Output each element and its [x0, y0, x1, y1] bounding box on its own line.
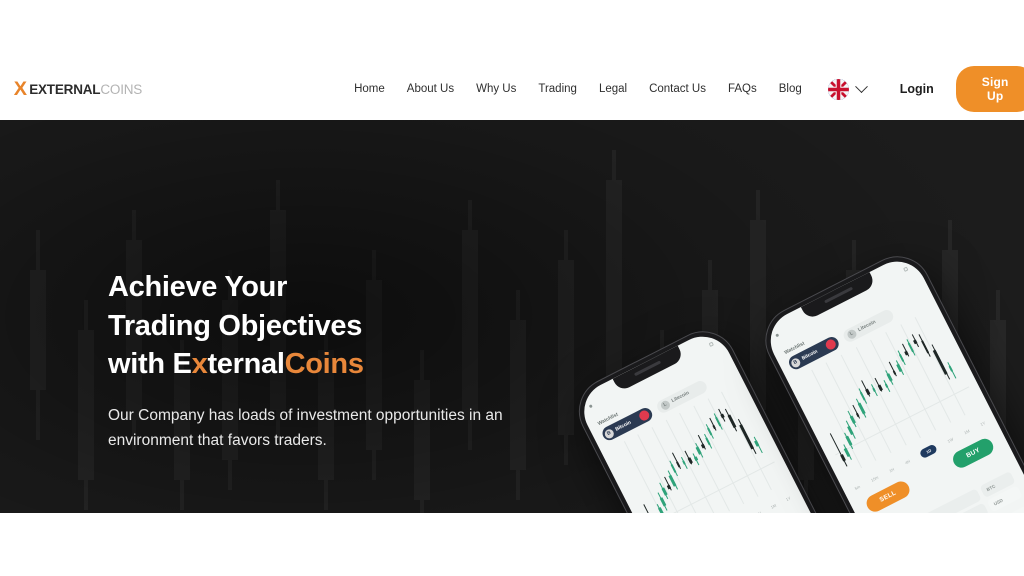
hero-heading-accent-x: x — [191, 348, 208, 381]
app-screen-front: Trade Watchlist B Bitcoin L — [760, 251, 1024, 513]
hero-heading-line-2: Trading Objectives — [108, 309, 363, 342]
nav-item-faqs[interactable]: FAQs — [728, 83, 757, 95]
hero-heading-line-3-pre: with E — [108, 348, 192, 381]
timeframe-option-1y[interactable]: 1Y — [785, 495, 792, 502]
nav-item-about-us[interactable]: About Us — [407, 83, 454, 95]
nav-item-why-us[interactable]: Why Us — [476, 83, 516, 95]
candle-body — [865, 388, 871, 395]
litecoin-icon-front: L — [845, 327, 858, 340]
litecoin-icon-back: L — [659, 398, 672, 411]
candle-body — [675, 460, 681, 468]
chevron-down-icon — [854, 79, 868, 93]
logo-x-icon: X — [13, 78, 27, 100]
nav-item-blog[interactable]: Blog — [779, 83, 802, 95]
hero-section: Achieve Your Trading Objectives with Ext… — [0, 120, 1024, 513]
letterbox-top — [0, 0, 1024, 58]
candle-body — [839, 453, 846, 462]
chart-gridline-vertical — [651, 427, 702, 513]
signup-button[interactable]: Sign Up — [955, 66, 1024, 112]
timeframe-option-1w[interactable]: 1W — [754, 510, 762, 513]
logo-wordmark: EXTERNAL COINS — [29, 82, 142, 97]
hero-heading-line-3-mid: ternal — [207, 348, 285, 381]
phone-front-screen: Trade Watchlist B Bitcoin L — [760, 251, 1024, 513]
hero-paragraph: Our Company has loads of investment oppo… — [108, 406, 503, 449]
hero-heading-accent-coins: Coins — [284, 348, 364, 381]
chart-gridline-vertical — [623, 441, 674, 513]
candle-body — [886, 373, 893, 382]
nav-item-contact-us[interactable]: Contact Us — [649, 83, 706, 95]
menu-icon-back[interactable] — [588, 403, 593, 408]
timeframe-option-15m[interactable]: 15m — [870, 475, 879, 483]
bitcoin-icon-back: B — [603, 427, 616, 440]
coin-label-litecoin-back: Litecoin — [670, 390, 691, 405]
candle-body — [695, 446, 702, 455]
coin-label-bitcoin-back: Bitcoin — [614, 419, 633, 433]
coin-badge-back — [637, 408, 652, 423]
timeframe-option-1m[interactable]: 1M — [963, 428, 970, 435]
profile-icon-back[interactable] — [708, 341, 714, 347]
candle-body — [847, 425, 854, 435]
landing-page: X EXTERNAL COINS Home About Us Why Us Tra… — [0, 0, 1024, 576]
phone-mockups: Trade Watchlist B Bitcoin L — [540, 120, 1024, 513]
coin-label-litecoin-front: Litecoin — [857, 319, 877, 334]
coin-label-bitcoin-front: Bitcoin — [800, 348, 819, 362]
timeframe-option-1w[interactable]: 1W — [947, 437, 955, 444]
bitcoin-icon-front: B — [789, 356, 802, 369]
candle-body — [687, 457, 693, 464]
candle-body — [845, 435, 852, 446]
timeframe-option-5m[interactable]: 5m — [854, 484, 861, 491]
nav-item-legal[interactable]: Legal — [599, 83, 627, 95]
menu-icon-front[interactable] — [775, 332, 780, 337]
candle-body — [877, 384, 883, 391]
site-header: X EXTERNAL COINS Home About Us Why Us Tra… — [0, 58, 1024, 120]
language-selector[interactable] — [827, 78, 868, 100]
candle-body — [739, 423, 755, 450]
candle-body — [659, 497, 667, 507]
brand-logo[interactable]: X EXTERNAL COINS — [13, 78, 143, 100]
uk-flag-icon — [827, 78, 849, 100]
hero-copy: Achieve Your Trading Objectives with Ext… — [108, 268, 528, 453]
candle-body — [857, 403, 866, 415]
timeframe-option-4h[interactable]: 4H — [904, 459, 911, 466]
main-nav: Home About Us Why Us Trading Legal Conta… — [354, 83, 802, 95]
login-button[interactable]: Login — [900, 82, 934, 96]
candle-body — [754, 440, 760, 447]
timeframe-option-1h[interactable]: 1H — [888, 467, 895, 474]
candle-body — [948, 365, 954, 372]
hero-heading: Achieve Your Trading Objectives with Ext… — [108, 268, 528, 384]
timeframe-option-1m[interactable]: 1M — [770, 503, 777, 510]
logo-text-primary: EXTERNAL — [29, 81, 101, 97]
coin-badge-front — [824, 337, 838, 352]
hero-heading-line-1: Achieve Your — [108, 271, 288, 303]
candle-body — [907, 342, 915, 353]
candle-body — [670, 463, 677, 474]
nav-item-trading[interactable]: Trading — [538, 83, 577, 95]
letterbox-bottom — [0, 513, 1024, 576]
profile-icon-front[interactable] — [903, 266, 909, 272]
timeframe-option-1y[interactable]: 1Y — [979, 420, 986, 427]
candle-body — [933, 349, 948, 375]
candle-body — [859, 391, 866, 402]
logo-text-secondary: COINS — [100, 81, 143, 97]
nav-item-home[interactable]: Home — [354, 83, 385, 95]
candle-body — [714, 416, 722, 427]
candle-body — [843, 447, 851, 458]
